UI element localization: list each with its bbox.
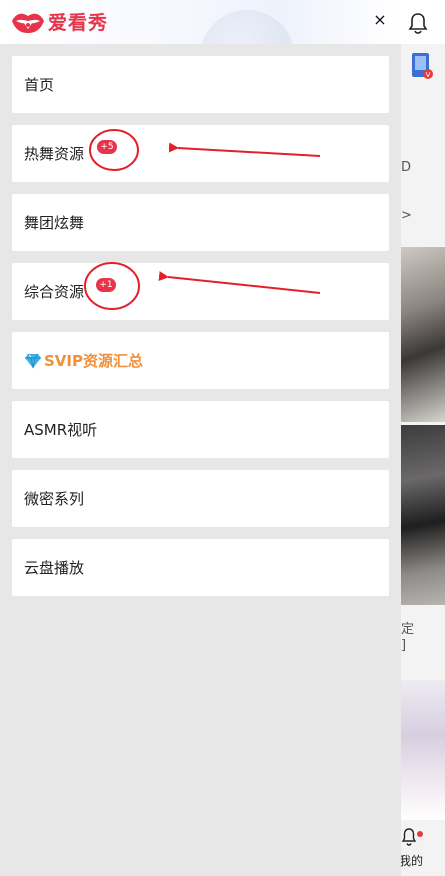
bell-icon[interactable] — [401, 826, 431, 850]
side-drawer: 爱看秀 × 首页 热舞资源 +5 舞团炫舞 综合资源 +1 SVIP资源汇总 A… — [0, 0, 401, 876]
menu-item-home[interactable]: 首页 — [12, 56, 389, 113]
svg-text:V: V — [426, 71, 431, 79]
diamond-icon — [25, 353, 41, 368]
logo-lips-icon — [12, 13, 44, 33]
menu-item-weimi[interactable]: 微密系列 — [12, 470, 389, 527]
drawer-header: 爱看秀 × — [0, 0, 401, 44]
close-icon[interactable]: × — [368, 8, 392, 32]
app-logo[interactable]: 爱看秀 — [10, 8, 108, 35]
game-icon[interactable]: V — [409, 50, 435, 82]
bg-partial-text-1: D — [401, 160, 412, 175]
menu-item-label: 热舞资源 — [24, 145, 85, 163]
background-topbar — [401, 0, 445, 44]
bg-video-thumbnail[interactable] — [401, 425, 445, 605]
menu-item-cloud-play[interactable]: 云盘播放 — [12, 539, 389, 596]
bg-video-thumbnail[interactable] — [401, 680, 445, 820]
background-page: V D > 定 ] 我的 — [401, 0, 445, 876]
bg-partial-text-2: > — [401, 208, 412, 223]
menu-item-asmr[interactable]: ASMR视听 — [12, 401, 389, 458]
drawer-menu: 首页 热舞资源 +5 舞团炫舞 综合资源 +1 SVIP资源汇总 ASMR视听 — [12, 56, 389, 608]
menu-item-label: 首页 — [24, 76, 55, 94]
bg-video-thumbnail[interactable] — [401, 247, 445, 422]
menu-item-dance-group[interactable]: 舞团炫舞 — [12, 194, 389, 251]
menu-item-hot-dance[interactable]: 热舞资源 +5 — [12, 125, 389, 182]
bell-icon[interactable] — [405, 10, 431, 36]
menu-item-general[interactable]: 综合资源 +1 — [12, 263, 389, 320]
menu-item-svip[interactable]: SVIP资源汇总 — [12, 332, 389, 389]
menu-item-label: ASMR视听 — [24, 421, 98, 439]
menu-item-label: 微密系列 — [24, 490, 85, 508]
menu-item-label: SVIP资源汇总 — [44, 352, 143, 370]
bg-partial-text-3: 定 — [401, 622, 415, 637]
bg-partial-text-4: ] — [401, 638, 407, 653]
header-decoration — [200, 10, 295, 44]
logo-text: 爱看秀 — [48, 12, 109, 34]
notification-dot — [417, 831, 423, 837]
count-badge: +1 — [96, 278, 116, 292]
menu-item-label: 云盘播放 — [24, 559, 85, 577]
menu-item-label: 舞团炫舞 — [24, 214, 85, 232]
bottom-nav-label[interactable]: 我的 — [401, 852, 423, 869]
count-badge: +5 — [97, 140, 117, 154]
menu-item-label: 综合资源 — [24, 283, 85, 301]
